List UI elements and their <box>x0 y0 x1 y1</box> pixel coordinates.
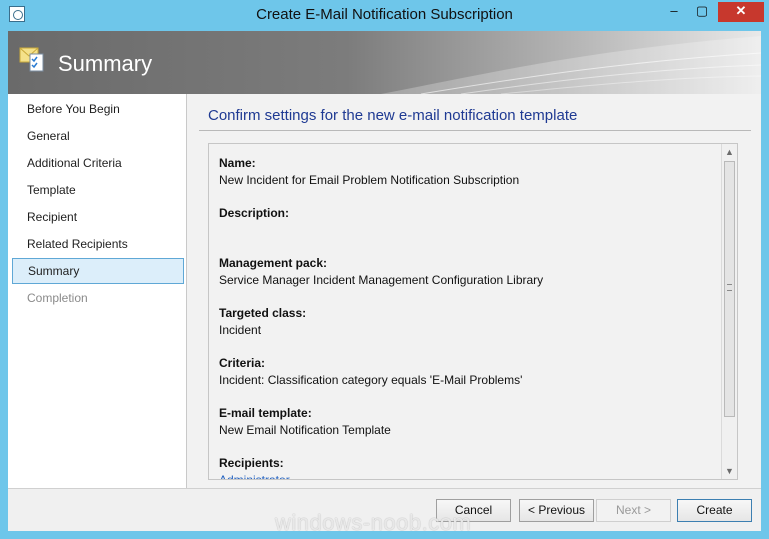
summary-field-recipients: Recipients: Administrator <box>219 454 709 480</box>
field-value: Administrator <box>219 473 290 480</box>
summary-field-criteria: Criteria: Incident: Classification categ… <box>219 354 709 388</box>
field-value: New Email Notification Template <box>219 423 391 437</box>
nav-item-related-recipients[interactable]: Related Recipients <box>12 231 184 257</box>
main-content: Confirm settings for the new e-mail noti… <box>187 94 761 488</box>
scroll-thumb[interactable] <box>724 161 735 417</box>
field-value: Incident <box>219 323 262 337</box>
field-label: Name: <box>219 156 256 170</box>
field-label: Criteria: <box>219 356 266 370</box>
field-value: Incident: Classification category equals… <box>219 373 523 387</box>
page-banner: Summary <box>8 31 761 94</box>
minimize-button[interactable]: ‒ <box>661 2 687 22</box>
maximize-button[interactable]: ▢ <box>689 2 715 22</box>
title-bar[interactable]: Create E-Mail Notification Subscription … <box>0 0 769 31</box>
nav-item-completion: Completion <box>27 291 88 305</box>
section-heading: Confirm settings for the new e-mail noti… <box>208 107 578 124</box>
nav-item-recipient[interactable]: Recipient <box>12 204 184 230</box>
nav-item-before-you-begin[interactable]: Before You Begin <box>12 96 184 122</box>
wizard-steps-nav: Before You Begin General Additional Crit… <box>8 94 187 488</box>
scroll-up-arrow-icon[interactable]: ▲ <box>722 144 737 160</box>
previous-button[interactable]: < Previous <box>519 499 594 522</box>
wizard-client: Summary Before You Begin General Additio… <box>8 31 761 531</box>
nav-item-additional-criteria[interactable]: Additional Criteria <box>12 150 184 176</box>
summary-field-name: Name: New Incident for Email Problem Not… <box>219 154 709 188</box>
field-label: Description: <box>219 206 290 220</box>
create-button[interactable]: Create <box>677 499 752 522</box>
summary-checklist-icon <box>19 47 44 72</box>
field-label: Targeted class: <box>219 306 307 320</box>
watermark-text: windows-noob.com <box>275 510 472 535</box>
vertical-scrollbar[interactable]: ▲ ▼ <box>721 144 737 479</box>
wizard-window: Create E-Mail Notification Subscription … <box>0 0 769 539</box>
page-title: Summary <box>58 51 153 76</box>
nav-item-summary[interactable]: Summary <box>12 258 184 284</box>
summary-field-email-template: E-mail template: New Email Notification … <box>219 404 709 438</box>
summary-panel[interactable]: Name: New Incident for Email Problem Not… <box>208 143 738 480</box>
field-value <box>219 222 709 238</box>
nav-item-template[interactable]: Template <box>12 177 184 203</box>
heading-divider <box>199 130 751 131</box>
window-title: Create E-Mail Notification Subscription <box>256 6 513 23</box>
summary-field-description: Description: <box>219 204 709 238</box>
field-value: Service Manager Incident Management Conf… <box>219 273 544 287</box>
field-label: Management pack: <box>219 256 328 270</box>
summary-content: Name: New Incident for Email Problem Not… <box>219 154 709 480</box>
grip-icon <box>727 284 732 291</box>
nav-item-general[interactable]: General <box>12 123 184 149</box>
summary-field-management-pack: Management pack: Service Manager Inciden… <box>219 254 709 288</box>
summary-field-targeted-class: Targeted class: Incident <box>219 304 709 338</box>
scroll-down-arrow-icon[interactable]: ▼ <box>722 463 737 479</box>
next-button: Next > <box>596 499 671 522</box>
field-value: New Incident for Email Problem Notificat… <box>219 173 520 187</box>
banner-wave-decoration <box>381 36 761 94</box>
close-button[interactable]: ✕ <box>718 2 764 22</box>
field-label: Recipients: <box>219 456 284 470</box>
field-label: E-mail template: <box>219 406 312 420</box>
